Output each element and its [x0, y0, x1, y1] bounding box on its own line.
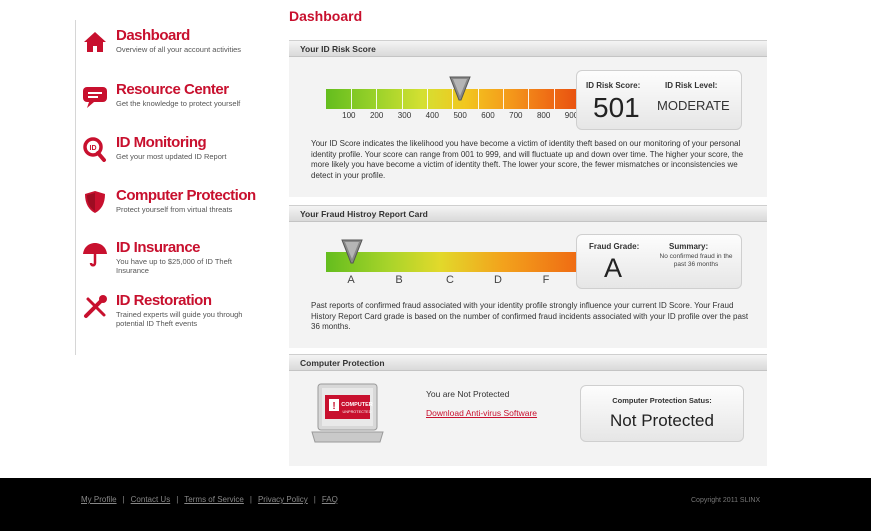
nav-desc: Protect yourself from virtual threats [116, 205, 233, 214]
footer-link-faq[interactable]: FAQ [322, 495, 338, 504]
sidebar-nav: Dashboard Overview of all your account a… [75, 20, 265, 355]
nav-desc: Get your most updated ID Report [116, 152, 227, 161]
footer: My Profile | Contact Us | Terms of Service | P… [0, 478, 871, 531]
laptop-screen-line1: COMPUTER [341, 402, 373, 408]
nav-title: Resource Center [116, 81, 229, 98]
fraud-grade-letter: C [446, 274, 454, 286]
risk-score-panel: Your ID Risk Score 100 200 300 400 500 600 700… [289, 40, 767, 197]
protection-status-label: Computer Protection Satus: [612, 396, 712, 405]
tools-icon [84, 295, 107, 318]
nav-title: ID Insurance [116, 239, 201, 256]
footer-links: My Profile | Contact Us | Terms of Service | P… [81, 495, 338, 504]
footer-link-my-profile[interactable]: My Profile [81, 495, 117, 504]
risk-score-tick: 200 [369, 111, 384, 120]
fraud-grade-letter: F [542, 274, 550, 286]
risk-score-tick: 500 [453, 111, 467, 120]
fraud-history-description: Past reports of confirmed fraud associat… [311, 301, 749, 331]
risk-score-tick: 300 [397, 111, 412, 120]
fraud-grade-letter: A [347, 274, 355, 286]
nav-desc: You have up to $25,000 of ID Theft Insur… [116, 257, 232, 275]
panel-heading: Your ID Risk Score [289, 40, 767, 57]
panel-heading: Computer Protection [289, 354, 767, 371]
risk-level-value: MODERATE [657, 98, 730, 113]
computer-protection-panel: Computer Protection ! COMPUTER UNPROTECT… [289, 354, 767, 466]
speech-bubble-icon [83, 87, 107, 108]
svg-text:ID: ID [90, 145, 97, 152]
nav-title: Computer Protection [116, 187, 256, 204]
protection-status-box: Computer Protection Satus: Not Protected [580, 385, 744, 442]
risk-score-tick: 800 [536, 111, 551, 120]
footer-link-contact-us[interactable]: Contact Us [131, 495, 171, 504]
risk-score-tick: 400 [425, 111, 439, 120]
fraud-grade-value: A [604, 253, 623, 283]
protection-status-value: Not Protected [610, 411, 714, 430]
fraud-grade-scale [326, 252, 579, 272]
fraud-grade-label: Fraud Grade: [589, 242, 640, 251]
risk-score-description: Your ID Score indicates the likelihood y… [311, 139, 744, 180]
nav-title: Dashboard [116, 27, 190, 44]
fraud-summary-value: No confirmed fraud in the past 36 months [659, 253, 733, 268]
fraud-history-panel: Your Fraud Histroy Report Card A B C D F Fra… [289, 205, 767, 348]
laptop-icon: ! COMPUTER UNPROTECTED [311, 383, 384, 443]
nav-desc: Overview of all your account activities [116, 45, 242, 54]
risk-score-value: 501 [593, 92, 640, 123]
risk-score-box: ID Risk Score: ID Risk Level: 501 MODERA… [576, 70, 742, 130]
fraud-grade-letter: D [494, 274, 502, 286]
protection-status-text: You are Not Protected [426, 389, 510, 399]
footer-link-privacy[interactable]: Privacy Policy [258, 495, 308, 504]
risk-score-tick: 100 [342, 111, 356, 120]
fraud-grade-letter: B [395, 274, 403, 286]
nav-title: ID Monitoring [116, 134, 207, 151]
nav-desc: Get the knowledge to protect yourself [116, 99, 241, 108]
magnifier-id-icon: ID [83, 137, 106, 162]
risk-score-label: ID Risk Score: [586, 81, 641, 90]
footer-link-terms[interactable]: Terms of Service [184, 495, 244, 504]
panel-heading: Your Fraud Histroy Report Card [289, 205, 767, 222]
laptop-screen-line2: UNPROTECTED [343, 410, 372, 414]
risk-score-pointer [449, 76, 472, 101]
home-icon [84, 32, 106, 52]
risk-score-tick: 600 [481, 111, 495, 120]
umbrella-icon [83, 243, 107, 267]
fraud-grade-pointer [341, 239, 363, 264]
nav-desc: Trained experts will guide you through p… [116, 310, 243, 328]
fraud-summary-label: Summary: [669, 242, 709, 251]
svg-text:!: ! [332, 401, 335, 412]
risk-level-label: ID Risk Level: [665, 81, 718, 90]
fraud-grade-box: Fraud Grade: Summary: A No confirmed fra… [576, 234, 742, 289]
page-title: Dashboard [289, 8, 363, 24]
copyright-text: Copyright 2011 SLINX [691, 497, 761, 504]
risk-score-tick: 700 [509, 111, 523, 120]
download-antivirus-link[interactable]: Download Anti-virus Software [426, 408, 537, 418]
nav-title: ID Restoration [116, 292, 212, 309]
shield-icon [85, 191, 105, 213]
